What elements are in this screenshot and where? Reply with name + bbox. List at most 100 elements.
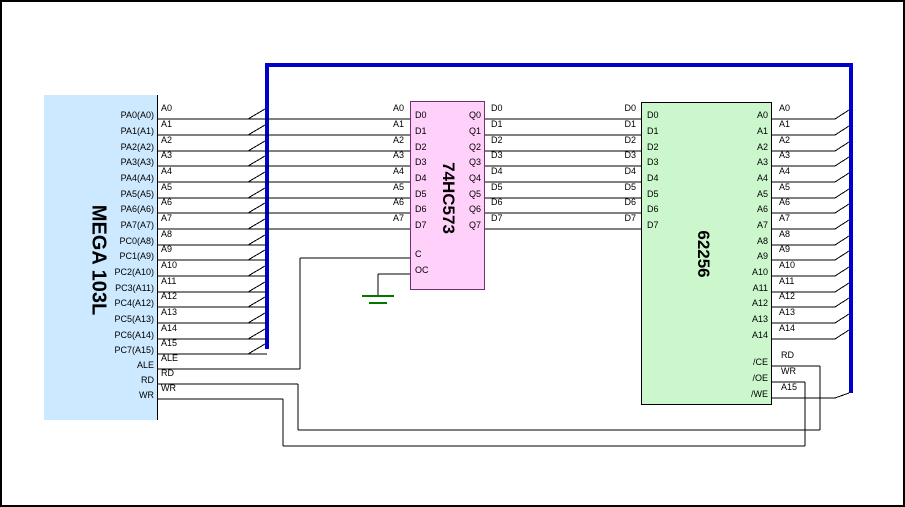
- sram-pin-label: A5: [710, 189, 768, 199]
- wire-label: A4: [161, 166, 172, 176]
- mcu-pin-label: PC7(A15): [96, 345, 154, 355]
- wire-label: D3: [578, 150, 636, 160]
- sram-pin-label: A12: [710, 298, 768, 308]
- wire-label: D0: [578, 103, 636, 113]
- sram-pin-label: A1: [710, 126, 768, 136]
- wire-label: D7: [578, 213, 636, 223]
- wire-label: D5: [578, 182, 636, 192]
- wire-label: D5: [491, 182, 503, 192]
- bus-entry: [835, 157, 849, 166]
- latch-pin-label: Q6: [423, 204, 481, 214]
- wire-label: D2: [578, 135, 636, 145]
- bus-entry: [248, 266, 265, 276]
- latch-pin-label: OC: [415, 265, 429, 275]
- sram-pin-label: A11: [710, 283, 768, 293]
- bus-entry: [835, 267, 849, 276]
- latch-pin-label: Q7: [423, 220, 481, 230]
- latch-pin-label: Q2: [423, 142, 481, 152]
- sram-pin-label: A3: [710, 157, 768, 167]
- wire-label: RD: [781, 350, 794, 360]
- wire-label: D1: [491, 119, 503, 129]
- wire-label: A4: [779, 166, 790, 176]
- wire-label: D2: [491, 135, 503, 145]
- sram-pin-label: A14: [710, 330, 768, 340]
- wire-label: WR: [781, 366, 796, 376]
- wire-label: A6: [161, 197, 172, 207]
- wire-label: ALE: [161, 353, 178, 363]
- bus-entry: [248, 297, 265, 307]
- wire-label: A8: [779, 229, 790, 239]
- sram-pin-label: A6: [710, 204, 768, 214]
- wire-label: A5: [779, 182, 790, 192]
- wire-label: A1: [161, 119, 172, 129]
- bus-entry: [248, 235, 265, 245]
- sram-pin-label: D1: [647, 126, 659, 136]
- mcu-pin-label: PC1(A9): [96, 251, 154, 261]
- wire-label: A4: [346, 166, 404, 176]
- mcu-pin-label: PA1(A1): [96, 126, 154, 136]
- sram-pin-label: /CE: [710, 357, 768, 367]
- wire-label: A9: [161, 244, 172, 254]
- mcu-pin-label: PC3(A11): [96, 283, 154, 293]
- bus-entry: [248, 219, 265, 229]
- sram-pin-label: D0: [647, 110, 659, 120]
- sram-pin-label: A10: [710, 267, 768, 277]
- wire-label: D6: [578, 197, 636, 207]
- sram-pin-label: A9: [710, 251, 768, 261]
- latch-pin-label: Q4: [423, 173, 481, 183]
- wire-label: A3: [779, 150, 790, 160]
- wire-label: A12: [779, 291, 795, 301]
- mcu-pin-label: ALE: [96, 360, 154, 370]
- wire-label: A3: [161, 150, 172, 160]
- wire-label: A0: [161, 103, 172, 113]
- mcu-pin-label: WR: [96, 390, 154, 400]
- bus-entry: [248, 109, 265, 119]
- wire-label: A0: [779, 103, 790, 113]
- wire-label: A10: [779, 260, 795, 270]
- sram-pin-label: /OE: [710, 373, 768, 383]
- bus-entry: [835, 314, 849, 323]
- wire-label: A13: [779, 307, 795, 317]
- wire-label: D0: [491, 103, 503, 113]
- bus-entry: [248, 125, 265, 135]
- bus-entry: [248, 141, 265, 151]
- mcu-pin-label: PA6(A6): [96, 204, 154, 214]
- wire-label: A1: [779, 119, 790, 129]
- latch-pin-label: Q3: [423, 157, 481, 167]
- wire-label: A0: [346, 103, 404, 113]
- bus-entry: [835, 330, 849, 339]
- bus-entry: [248, 188, 265, 198]
- mcu-pin-label: PA0(A0): [96, 110, 154, 120]
- bus-entry: [835, 393, 849, 398]
- wire-label: WR: [161, 383, 176, 393]
- wire-label: D6: [491, 197, 503, 207]
- bus-entry: [835, 173, 849, 182]
- wire-label: A14: [779, 323, 795, 333]
- bus-entry: [835, 142, 849, 151]
- bus-entry: [248, 329, 265, 339]
- bus-entry: [248, 313, 265, 323]
- bus-entry: [835, 283, 849, 292]
- sram-pin-label: A2: [710, 142, 768, 152]
- bus-entry: [835, 220, 849, 229]
- mcu-pin-label: PC5(A13): [96, 314, 154, 324]
- wire-label: A8: [161, 229, 172, 239]
- wire-label: A7: [346, 213, 404, 223]
- wire-label: A11: [779, 276, 794, 286]
- mcu-pin-label: PC0(A8): [96, 236, 154, 246]
- sram-pin-label: A13: [710, 314, 768, 324]
- wire-label: D7: [491, 213, 503, 223]
- wire-label: A1: [346, 119, 404, 129]
- wire-label: A5: [346, 182, 404, 192]
- wire-label: A12: [161, 291, 177, 301]
- bus-entry: [835, 204, 849, 213]
- sram-pin-label: A0: [710, 110, 768, 120]
- wire-label: A15: [781, 382, 797, 392]
- wire-label: A2: [779, 135, 790, 145]
- bus-entry: [248, 172, 265, 182]
- sram-pin-label: D6: [647, 204, 659, 214]
- bus-entry: [835, 110, 849, 119]
- mcu-pin-label: PA3(A3): [96, 157, 154, 167]
- latch-pin-label: Q5: [423, 189, 481, 199]
- sram-pin-label: A4: [710, 173, 768, 183]
